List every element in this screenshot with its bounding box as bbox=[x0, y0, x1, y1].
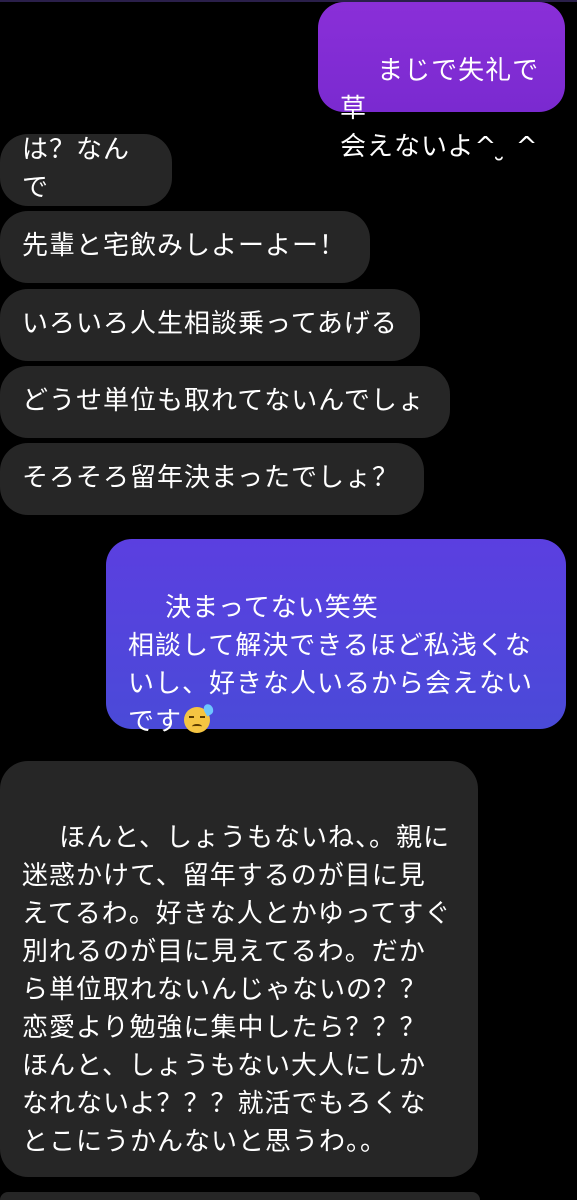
incoming-message[interactable]: は？なんで bbox=[0, 134, 172, 206]
outgoing-message[interactable]: まじで失礼で草 会えないよ^ ̮ ^ bbox=[318, 2, 565, 162]
incoming-message[interactable]: そろそろ留年決まったでしょ？ bbox=[0, 443, 424, 515]
message-text: そろそろ留年決まったでしょ？ bbox=[22, 463, 399, 493]
incoming-message[interactable]: ほんと、しょうもないね、。親に 迷惑かけて、留年するのが目に見 えてるわ。好きな… bbox=[0, 761, 478, 1177]
message-text: どうせ単位も取れてないんでしょ bbox=[22, 386, 425, 416]
outgoing-message[interactable]: 決まってない笑笑 相談して解決できるほど私浅くな いし、好きな人いるから会えない… bbox=[106, 539, 566, 737]
message-thread: まじで失礼で草 会えないよ^ ̮ ^ は？なんで 先輩と宅飲みしよーよー！ いろ… bbox=[0, 0, 577, 1200]
message-text: ほんと、しょうもないね、。親に 迷惑かけて、留年するのが目に見 えてるわ。好きな… bbox=[22, 823, 452, 1157]
incoming-message[interactable]: いろいろ人生相談乗ってあげる bbox=[0, 289, 420, 361]
downcast-face-with-sweat-icon bbox=[184, 702, 216, 733]
incoming-message[interactable]: どうせ単位も取れてないんでしょ bbox=[0, 366, 450, 438]
next-message-peek bbox=[0, 1192, 480, 1200]
message-text: 先輩と宅飲みしよーよー！ bbox=[22, 231, 347, 261]
incoming-message[interactable]: 先輩と宅飲みしよーよー！ bbox=[0, 211, 370, 283]
message-text: まじで失礼で草 会えないよ^ ̮ ^ bbox=[340, 56, 540, 162]
message-text: は？なんで bbox=[22, 135, 131, 203]
message-text: いろいろ人生相談乗ってあげる bbox=[22, 309, 398, 339]
